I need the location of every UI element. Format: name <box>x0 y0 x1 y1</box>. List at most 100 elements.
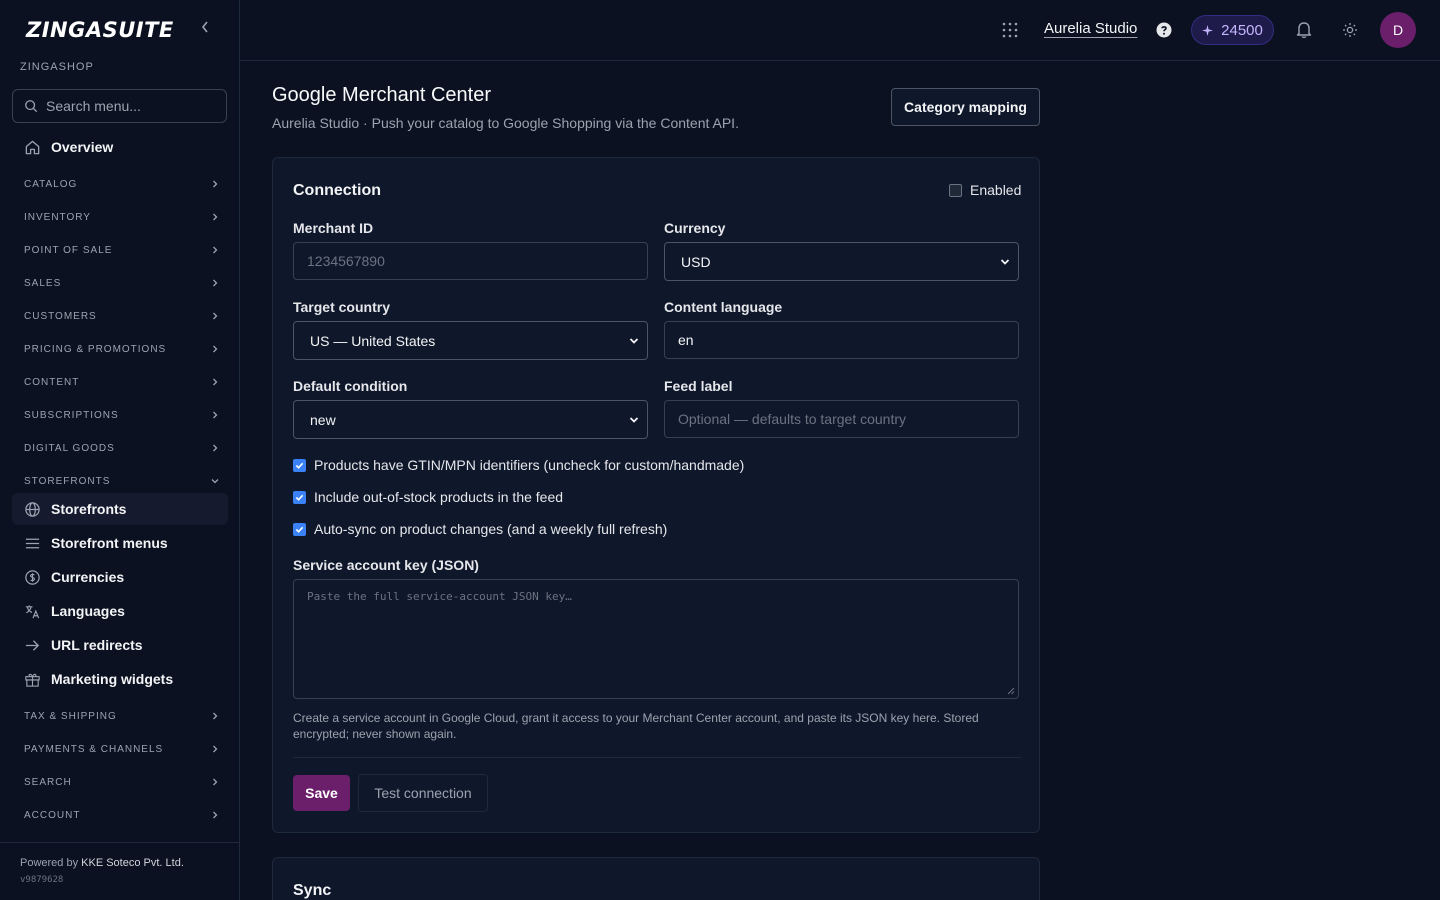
connection-card: Connection Enabled Merchant ID 123456789… <box>272 157 1040 833</box>
section-pricing-promotions[interactable]: PRICING & PROMOTIONS <box>24 339 220 359</box>
service-key-textarea[interactable]: Paste the full service-account JSON key… <box>293 579 1019 699</box>
resize-handle-icon[interactable] <box>1007 687 1015 695</box>
category-mapping-button[interactable]: Category mapping <box>891 88 1040 126</box>
service-key-help: Create a service account in Google Cloud… <box>293 711 979 741</box>
sidebar-footer: Powered by KKE Soteco Pvt. Ltd. v9879628 <box>0 842 239 900</box>
default-condition-select[interactable]: new <box>293 400 648 439</box>
section-label: ACCOUNT <box>24 809 81 821</box>
content-language-value: en <box>678 332 694 348</box>
feed-label-label: Feed label <box>664 378 733 394</box>
nav-overview[interactable]: Overview <box>12 131 228 163</box>
section-inventory[interactable]: INVENTORY <box>24 207 220 227</box>
globe-icon <box>25 501 40 517</box>
service-key-label: Service account key (JSON) <box>293 557 479 573</box>
section-label: CATALOG <box>24 178 78 190</box>
nav-storefronts[interactable]: Storefronts <box>12 493 228 525</box>
out-of-stock-checkbox[interactable] <box>293 490 306 504</box>
section-search[interactable]: SEARCH <box>24 772 220 792</box>
help-icon[interactable] <box>1156 22 1172 38</box>
sparkle-icon <box>1202 24 1214 36</box>
section-label: DIGITAL GOODS <box>24 442 115 454</box>
credits-badge[interactable]: 24500 <box>1191 15 1274 45</box>
chevron-down-icon <box>1000 258 1010 265</box>
nav-currencies[interactable]: Currencies <box>12 561 228 593</box>
feed-label-input[interactable]: Optional — defaults to target country <box>664 400 1019 438</box>
auto-sync-checkbox[interactable] <box>293 522 306 536</box>
check-icon <box>295 526 304 533</box>
menu-search-input[interactable]: Search menu... <box>12 89 227 123</box>
chevron-right-icon <box>213 213 218 221</box>
section-catalog[interactable]: CATALOG <box>24 174 220 194</box>
enabled-toggle[interactable]: Enabled <box>949 182 1021 198</box>
section-tax-shipping[interactable]: TAX & SHIPPING <box>24 706 220 726</box>
save-button[interactable]: Save <box>293 775 350 811</box>
enabled-checkbox[interactable] <box>949 183 962 197</box>
brand-logo: ZINGASUITE <box>26 18 174 42</box>
section-payments-channels[interactable]: PAYMENTS & CHANNELS <box>24 739 220 759</box>
powered-prefix: Powered by <box>20 857 79 869</box>
merchant-id-input[interactable]: 1234567890 <box>293 242 648 280</box>
chevron-down-icon <box>211 479 219 484</box>
feed-label-placeholder: Optional — defaults to target country <box>678 411 907 427</box>
bell-icon[interactable] <box>1295 20 1313 39</box>
section-storefronts[interactable]: STOREFRONTS <box>24 471 220 491</box>
section-label: CUSTOMERS <box>24 310 97 322</box>
nav-languages[interactable]: Languages <box>12 595 228 627</box>
search-placeholder: Search menu... <box>46 98 141 114</box>
shop-name: ZINGASHOP <box>20 61 94 73</box>
menu-lines-icon <box>25 538 40 548</box>
collapse-sidebar-button[interactable] <box>196 20 214 40</box>
powered-by: Powered by KKE Soteco Pvt. Ltd. <box>20 857 184 869</box>
section-label: PRICING & PROMOTIONS <box>24 343 167 355</box>
gtin-label: Products have GTIN/MPN identifiers (unch… <box>314 457 745 473</box>
gift-icon <box>25 673 40 687</box>
currency-select[interactable]: USD <box>664 242 1019 281</box>
search-icon <box>25 100 38 113</box>
home-icon <box>25 140 40 154</box>
topbar: Aurelia Studio 24500 D <box>240 0 1440 61</box>
nav-storefronts-label: Storefronts <box>51 501 127 517</box>
chevron-right-icon <box>213 312 218 320</box>
nav-marketing-widgets[interactable]: Marketing widgets <box>12 663 228 695</box>
section-sales[interactable]: SALES <box>24 273 220 293</box>
chevron-right-icon <box>213 345 218 353</box>
merchant-id-placeholder: 1234567890 <box>307 253 385 269</box>
section-customers[interactable]: CUSTOMERS <box>24 306 220 326</box>
gtin-checkbox-row[interactable]: Products have GTIN/MPN identifiers (unch… <box>293 457 744 473</box>
gtin-checkbox[interactable] <box>293 458 306 472</box>
out-of-stock-checkbox-row[interactable]: Include out-of-stock products in the fee… <box>293 489 563 505</box>
powered-company: KKE Soteco Pvt. Ltd. <box>81 857 184 869</box>
section-storefronts-label: STOREFRONTS <box>24 475 111 487</box>
apps-grid-icon[interactable] <box>1002 22 1018 38</box>
target-country-label: Target country <box>293 299 390 315</box>
section-content[interactable]: CONTENT <box>24 372 220 392</box>
currency-label: Currency <box>664 220 726 236</box>
default-condition-value: new <box>310 411 336 428</box>
test-connection-button[interactable]: Test connection <box>358 774 488 812</box>
section-point-of-sale[interactable]: POINT OF SALE <box>24 240 220 260</box>
section-digital-goods[interactable]: DIGITAL GOODS <box>24 438 220 458</box>
store-switcher[interactable]: Aurelia Studio <box>1044 20 1137 37</box>
avatar[interactable]: D <box>1380 12 1416 48</box>
nav-url-redirects[interactable]: URL redirects <box>12 629 228 661</box>
page-subtitle: Aurelia Studio · Push your catalog to Go… <box>272 115 739 131</box>
merchant-id-label: Merchant ID <box>293 220 374 236</box>
target-country-select[interactable]: US — United States <box>293 321 648 360</box>
service-key-placeholder: Paste the full service-account JSON key… <box>307 590 572 603</box>
section-label: SUBSCRIPTIONS <box>24 409 119 421</box>
nav-storefront-menus-label: Storefront menus <box>51 535 168 551</box>
nav-overview-label: Overview <box>51 139 114 155</box>
nav-marketing-widgets-label: Marketing widgets <box>51 671 174 687</box>
auto-sync-checkbox-row[interactable]: Auto-sync on product changes (and a week… <box>293 521 667 537</box>
chevron-right-icon <box>213 180 218 188</box>
section-label: CONTENT <box>24 376 80 388</box>
sync-card: Sync <box>272 857 1040 900</box>
content-language-input[interactable]: en <box>664 321 1019 359</box>
theme-toggle-icon[interactable] <box>1342 22 1358 38</box>
chevron-down-icon <box>629 416 639 423</box>
section-subscriptions[interactable]: SUBSCRIPTIONS <box>24 405 220 425</box>
nav-storefront-menus[interactable]: Storefront menus <box>12 527 228 559</box>
section-account[interactable]: ACCOUNT <box>24 805 220 825</box>
arrow-right-icon <box>25 639 40 651</box>
content-language-label: Content language <box>664 299 783 315</box>
